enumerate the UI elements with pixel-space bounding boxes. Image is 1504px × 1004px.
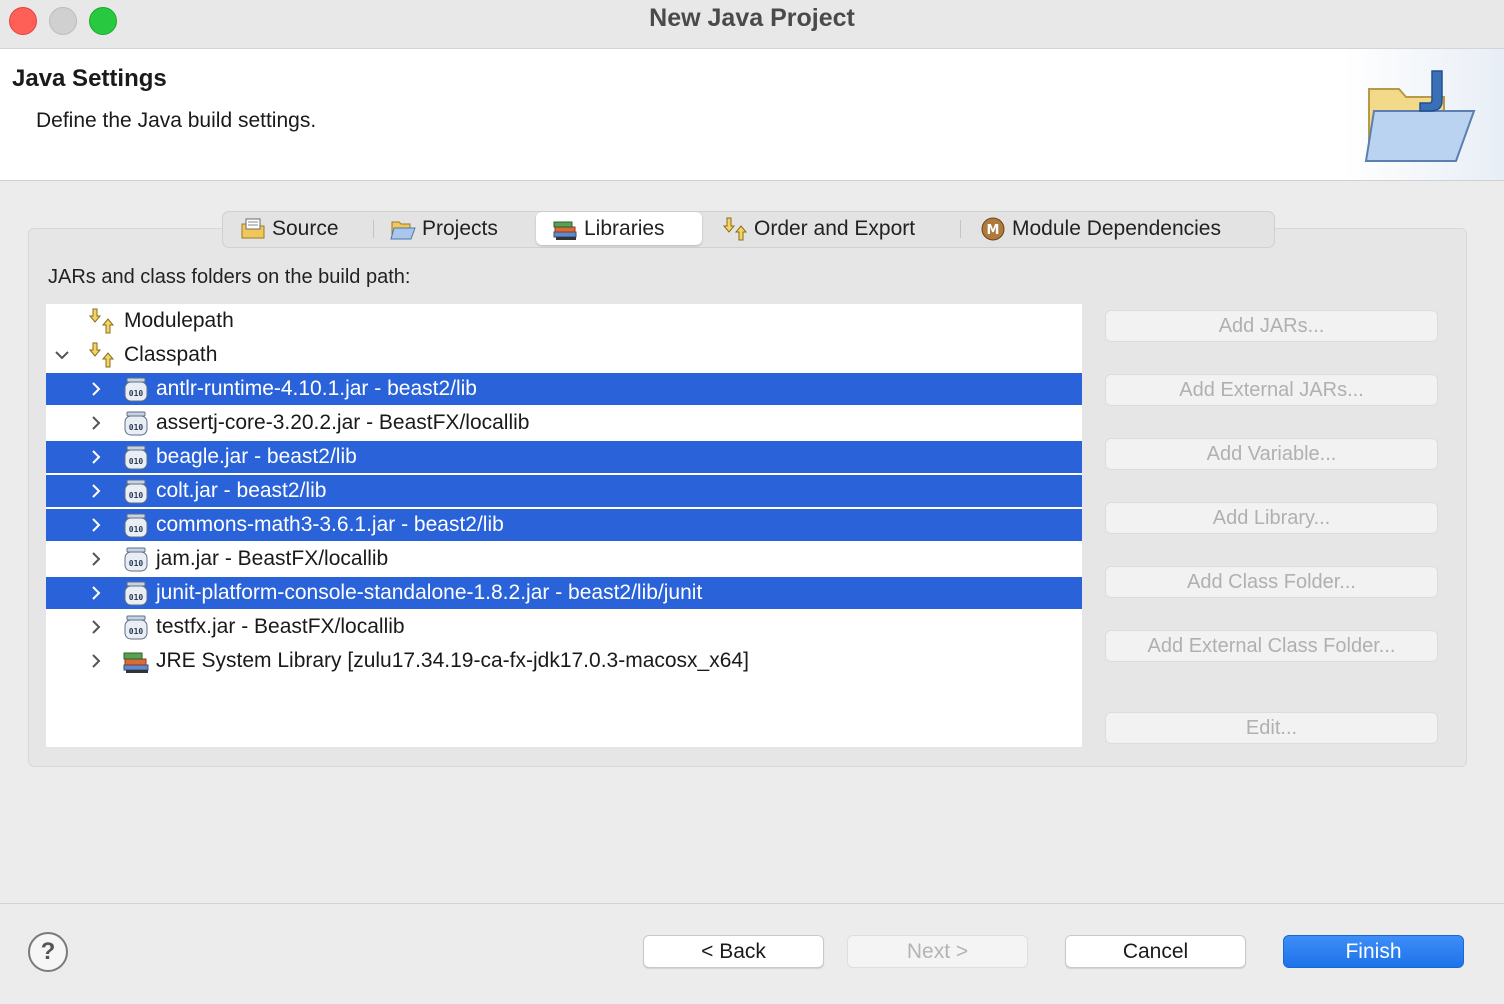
jar-icon: 010 [124,615,148,640]
svg-text:010: 010 [129,423,144,432]
tab-libraries[interactable]: Libraries [536,212,702,245]
svg-text:010: 010 [129,525,144,534]
add-variable-button[interactable]: Add Variable... [1105,438,1438,470]
window-title: New Java Project [649,4,855,32]
tab-libraries-label: Libraries [584,216,665,240]
tab-source-label: Source [272,216,339,240]
module-m-icon: M [981,217,1005,240]
path-arrows-icon [89,342,115,368]
chevron-right-icon[interactable] [88,551,104,567]
jar-icon: 010 [124,513,148,538]
jar-icon: 010 [124,411,148,436]
source-folder-icon [241,218,265,238]
tab-module-dependencies[interactable]: M Module Dependencies [980,212,1221,245]
tree-row[interactable]: 010 commons-math3-3.6.1.jar - beast2/lib [46,509,1082,541]
tree-row[interactable]: 010 assertj-core-3.20.2.jar - BeastFX/loc… [46,407,1082,439]
build-path-label: JARs and class folders on the build path… [48,266,411,288]
tree-row[interactable]: 010 beagle.jar - beast2/lib [46,441,1082,473]
build-path-tree[interactable]: Modulepath Classpath 010 antlr-runtime-4.10… [46,304,1082,747]
tab-projects-label: Projects [422,216,498,240]
footer-divider [0,903,1504,904]
chevron-right-icon[interactable] [88,483,104,499]
tree-row[interactable]: 010 jam.jar - BeastFX/locallib [46,543,1082,575]
tree-row-label: assertj-core-3.20.2.jar - BeastFX/locall… [156,411,530,434]
tree-row-label: junit-platform-console-standalone-1.8.2.… [156,581,703,604]
add-jars-button[interactable]: Add JARs... [1105,310,1438,342]
chevron-right-icon[interactable] [88,619,104,635]
tree-row-label: beagle.jar - beast2/lib [156,445,357,468]
jar-icon: 010 [124,581,148,606]
tab-separator [373,220,374,238]
path-arrows-icon [89,308,115,334]
jar-icon: 010 [124,479,148,504]
svg-text:010: 010 [129,559,144,568]
tab-separator [960,220,961,238]
chevron-right-icon[interactable] [88,585,104,601]
page-description: Define the Java build settings. [36,109,317,132]
tree-row-label: Classpath [124,343,218,366]
jar-icon: 010 [124,377,148,402]
tree-row-label: antlr-runtime-4.10.1.jar - beast2/lib [156,377,477,400]
tree-row[interactable]: Classpath [46,339,1082,371]
chevron-right-icon[interactable] [88,449,104,465]
tree-row-label: jam.jar - BeastFX/locallib [156,547,389,570]
cancel-button[interactable]: Cancel [1065,935,1246,968]
chevron-right-icon[interactable] [88,381,104,397]
chevron-right-icon[interactable] [88,653,104,669]
tree-row-label: JRE System Library [zulu17.34.19-ca-fx-j… [156,649,749,672]
tree-row[interactable]: Modulepath [46,305,1082,337]
tree-row[interactable]: 010 colt.jar - beast2/lib [46,475,1082,507]
order-arrows-icon [722,217,748,240]
java-project-folder-icon [1344,49,1504,180]
add-external-class-folder-button[interactable]: Add External Class Folder... [1105,630,1438,662]
tree-row[interactable]: 010 antlr-runtime-4.10.1.jar - beast2/lib [46,373,1082,405]
tab-module-label: Module Dependencies [1012,216,1221,240]
tab-source[interactable]: Source [240,212,339,245]
chevron-right-icon[interactable] [88,415,104,431]
chevron-right-icon[interactable] [88,517,104,533]
tree-row[interactable]: JRE System Library [zulu17.34.19-ca-fx-j… [46,645,1082,677]
edit-button[interactable]: Edit... [1105,712,1438,744]
jar-icon: 010 [124,547,148,572]
svg-text:010: 010 [129,457,144,466]
jar-icon: 010 [124,445,148,470]
page-title: Java Settings [12,65,167,92]
chevron-down-icon[interactable] [54,347,70,363]
svg-text:010: 010 [129,593,144,602]
tab-order-label: Order and Export [754,216,916,240]
library-books-icon [123,652,149,673]
svg-text:010: 010 [129,389,144,398]
svg-text:M: M [987,223,1000,238]
help-button[interactable]: ? [28,932,68,972]
add-library-button[interactable]: Add Library... [1105,502,1438,534]
finish-button[interactable]: Finish [1283,935,1464,968]
tree-row[interactable]: 010 junit-platform-console-standalone-1.8… [46,577,1082,609]
back-button[interactable]: < Back [643,935,824,968]
svg-text:010: 010 [129,627,144,636]
add-class-folder-button[interactable]: Add Class Folder... [1105,566,1438,598]
tree-row-label: colt.jar - beast2/lib [156,479,327,502]
next-button[interactable]: Next > [847,935,1028,968]
svg-text:010: 010 [129,491,144,500]
tree-row-label: Modulepath [124,309,234,332]
libraries-books-icon [553,221,577,240]
projects-folder-icon [390,221,416,239]
tab-projects[interactable]: Projects [390,212,498,245]
tree-row[interactable]: 010 testfx.jar - BeastFX/locallib [46,611,1082,643]
add-external-jars-button[interactable]: Add External JARs... [1105,374,1438,406]
wizard-header: Java Settings Define the Java build sett… [0,49,1504,181]
tree-row-label: commons-math3-3.6.1.jar - beast2/lib [156,513,504,536]
tab-order-and-export[interactable]: Order and Export [722,212,915,245]
tree-row-label: testfx.jar - BeastFX/locallib [156,615,405,638]
title-bar: New Java Project [0,0,1504,49]
